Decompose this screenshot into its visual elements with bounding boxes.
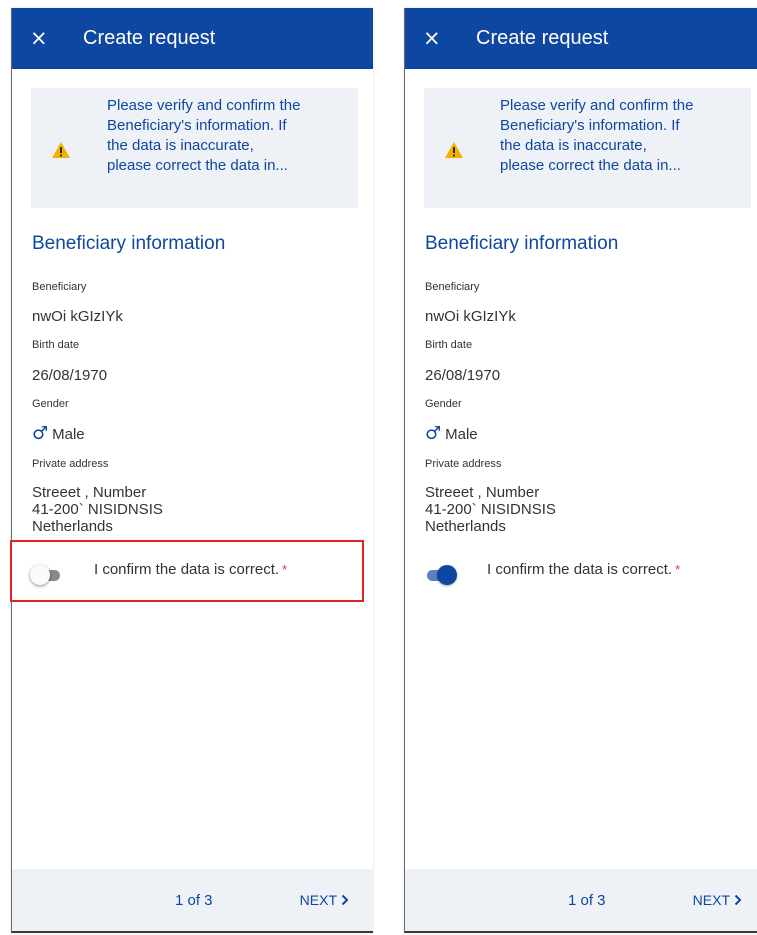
panel-header: × Create request <box>12 8 373 69</box>
gender-value: ♂ Male <box>425 423 478 444</box>
address-label: Private address <box>425 458 502 470</box>
address-value: Streeet , Number 41-200` NISIDNSIS Nethe… <box>425 484 556 535</box>
pager-indicator: 1 of 3 <box>568 891 606 909</box>
gender-label: Gender <box>425 398 462 410</box>
warning-alert: Please verify and confirm the Beneficiar… <box>424 88 751 208</box>
chevron-right-icon <box>734 894 742 906</box>
male-icon: ♂ <box>32 423 49 444</box>
panel-title: Create request <box>476 27 609 49</box>
alert-message: Please verify and confirm the Beneficiar… <box>107 97 301 174</box>
next-button[interactable]: NEXT <box>300 892 349 908</box>
create-request-panel-right: × Create request Please verify and confi… <box>404 8 757 933</box>
confirm-toggle[interactable] <box>423 565 457 585</box>
pager-indicator: 1 of 3 <box>175 891 213 909</box>
beneficiary-label: Beneficiary <box>32 281 87 293</box>
panel-header: × Create request <box>405 8 757 69</box>
required-mark: * <box>675 562 681 577</box>
panel-footer: 1 of 3 NEXT <box>405 869 757 931</box>
beneficiary-label: Beneficiary <box>425 281 480 293</box>
panel-title: Create request <box>83 27 216 49</box>
beneficiary-value: nwOi kGIzIYk <box>425 308 516 325</box>
alert-message: Please verify and confirm the Beneficiar… <box>500 97 694 174</box>
section-title: Beneficiary information <box>425 233 619 254</box>
birth-date-value: 26/08/1970 <box>32 367 108 384</box>
warning-icon <box>445 142 463 158</box>
birth-date-label: Birth date <box>425 339 473 351</box>
chevron-right-icon <box>341 894 349 906</box>
close-icon[interactable]: × <box>30 28 50 49</box>
confirm-row: I confirm the data is correct. * <box>423 561 680 585</box>
gender-value: ♂ Male <box>32 423 85 444</box>
warning-icon <box>52 142 70 158</box>
address-label: Private address <box>32 458 109 470</box>
beneficiary-value: nwOi kGIzIYk <box>32 308 123 325</box>
address-value: Streeet , Number 41-200` NISIDNSIS Nethe… <box>32 484 163 535</box>
close-icon[interactable]: × <box>423 28 443 49</box>
highlight-box <box>10 540 364 602</box>
birth-date-label: Birth date <box>32 339 80 351</box>
panel-footer: 1 of 3 NEXT <box>12 869 373 931</box>
toggle-thumb <box>437 565 457 585</box>
confirm-label: I confirm the data is correct. * <box>487 561 681 578</box>
male-icon: ♂ <box>425 423 442 444</box>
warning-alert: Please verify and confirm the Beneficiar… <box>31 88 358 208</box>
create-request-panel-left: × Create request Please verify and confi… <box>11 8 373 933</box>
gender-label: Gender <box>32 398 69 410</box>
section-title: Beneficiary information <box>32 233 226 254</box>
birth-date-value: 26/08/1970 <box>425 367 501 384</box>
next-button[interactable]: NEXT <box>693 892 742 908</box>
